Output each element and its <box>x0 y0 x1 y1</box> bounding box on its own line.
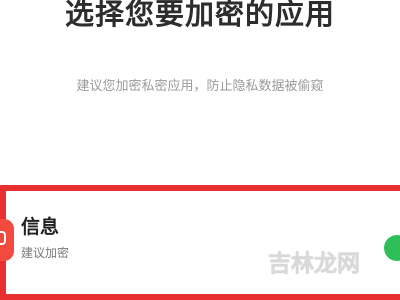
encrypt-toggle[interactable] <box>384 235 400 261</box>
app-list-item-messages[interactable]: 信息 建议加密 <box>0 185 400 300</box>
message-bubble-glyph <box>0 231 6 245</box>
message-icon <box>0 219 14 261</box>
app-name: 信息 <box>21 216 60 238</box>
app-status-label: 建议加密 <box>21 246 70 260</box>
page-subtitle: 建议您加密私密应用，防止隐私数据被偷窥 <box>76 79 324 94</box>
watermark-logo: 吉林龙网 <box>268 251 360 277</box>
page-title: 选择您要加密的应用 <box>64 0 335 31</box>
